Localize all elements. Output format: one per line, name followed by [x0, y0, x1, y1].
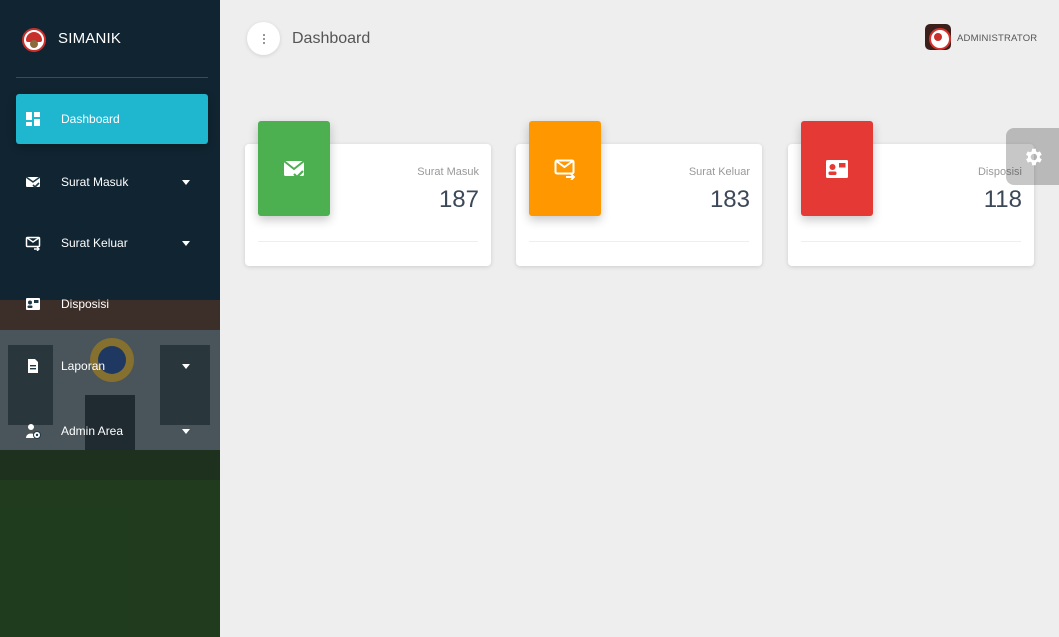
file-icon — [28, 359, 38, 373]
stat-card-surat-keluar[interactable]: Surat Keluar 183 — [516, 121, 762, 266]
user-menu[interactable]: ADMINISTRATOR — [957, 33, 1037, 44]
sidebar-item-label: Surat Masuk — [61, 175, 129, 189]
gear-icon — [1025, 148, 1042, 165]
sidebar: SIMANIK Dashboard Surat Masuk Surat Kelu… — [0, 0, 220, 637]
sidebar-item-laporan[interactable]: Laporan — [16, 341, 208, 391]
stat-label: Surat Keluar — [688, 166, 750, 178]
card-divider — [258, 241, 478, 242]
stat-icon-box — [529, 121, 601, 216]
sidebar-item-surat-masuk[interactable]: Surat Masuk — [16, 157, 208, 207]
contact-card-icon — [826, 159, 848, 178]
avatar[interactable] — [925, 24, 951, 50]
sidebar-item-label: Dashboard — [61, 112, 120, 126]
chevron-down-icon — [182, 429, 190, 434]
stat-value: 118 — [983, 186, 1022, 213]
more-vertical-icon — [263, 34, 265, 36]
brand-name: SIMANIK — [58, 30, 122, 47]
dashboard-icon — [26, 112, 40, 126]
mail-out-icon — [554, 159, 576, 180]
stat-card-disposisi[interactable]: Disposisi 118 — [788, 121, 1034, 266]
brand-logo — [22, 28, 46, 52]
sidebar-item-label: Surat Keluar — [61, 236, 128, 250]
user-shield-icon — [26, 424, 41, 439]
sidebar-item-label: Disposisi — [61, 297, 110, 311]
card-divider — [801, 241, 1021, 242]
sidebar-item-disposisi[interactable]: Disposisi — [16, 279, 208, 329]
sidebar-item-dashboard[interactable]: Dashboard — [16, 94, 208, 144]
chevron-down-icon — [182, 364, 190, 369]
mail-check-icon — [283, 159, 305, 179]
sidebar-item-label: Admin Area — [61, 424, 124, 438]
page-title: Dashboard — [292, 30, 371, 47]
stat-value: 183 — [709, 186, 750, 213]
sidebar-divider — [16, 77, 208, 78]
chevron-down-icon — [182, 180, 190, 185]
mail-out-icon — [25, 236, 41, 251]
card-divider — [529, 241, 749, 242]
stat-value: 187 — [438, 186, 479, 213]
sidebar-item-label: Laporan — [61, 359, 106, 373]
stat-card-surat-masuk[interactable]: Surat Masuk 187 — [245, 121, 491, 266]
chevron-down-icon — [182, 241, 190, 246]
settings-button[interactable] — [1006, 128, 1059, 185]
sidebar-item-admin-area[interactable]: Admin Area — [16, 406, 208, 456]
stat-icon-box — [258, 121, 330, 216]
brand[interactable]: SIMANIK — [0, 0, 220, 78]
sidebar-item-surat-keluar[interactable]: Surat Keluar — [16, 218, 208, 268]
contact-card-icon — [26, 298, 40, 310]
mail-check-icon — [25, 176, 41, 189]
stat-label: Surat Masuk — [417, 166, 479, 178]
stat-icon-box — [801, 121, 873, 216]
menu-toggle-button[interactable] — [247, 22, 280, 55]
